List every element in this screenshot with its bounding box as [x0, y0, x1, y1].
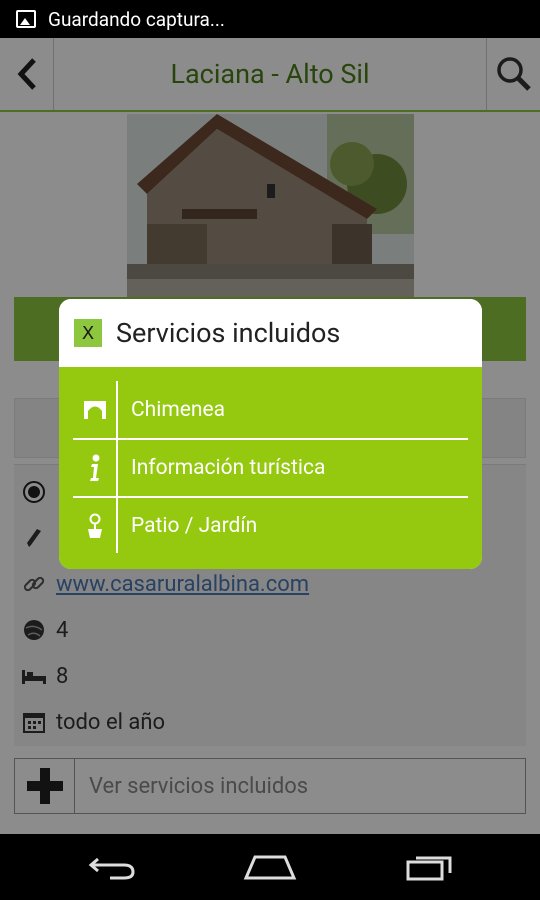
services-dialog: X Servicios incluidos Chimenea Informaci… [59, 299, 482, 569]
service-item: Chimenea [73, 381, 468, 439]
service-item: Patio / Jardín [73, 497, 468, 555]
garden-icon [73, 513, 117, 539]
recents-icon [406, 856, 452, 881]
back-arrow-icon [88, 857, 135, 880]
close-button[interactable]: X [74, 319, 102, 347]
back-nav-button[interactable] [72, 834, 152, 900]
info-icon [73, 454, 117, 482]
status-bar: Guardando captura... [0, 0, 540, 38]
recents-nav-button[interactable] [390, 834, 470, 900]
status-text: Guardando captura... [48, 7, 225, 31]
home-nav-button[interactable] [230, 834, 310, 900]
service-item: Información turística [73, 439, 468, 497]
fireplace-icon [73, 400, 117, 420]
dialog-header: X Servicios incluidos [59, 299, 482, 367]
dialog-title: Servicios incluidos [116, 317, 341, 349]
navigation-bar [0, 834, 540, 900]
services-list: Chimenea Información turística Patio / J… [59, 367, 482, 569]
home-icon [243, 855, 297, 880]
image-icon [16, 10, 36, 28]
